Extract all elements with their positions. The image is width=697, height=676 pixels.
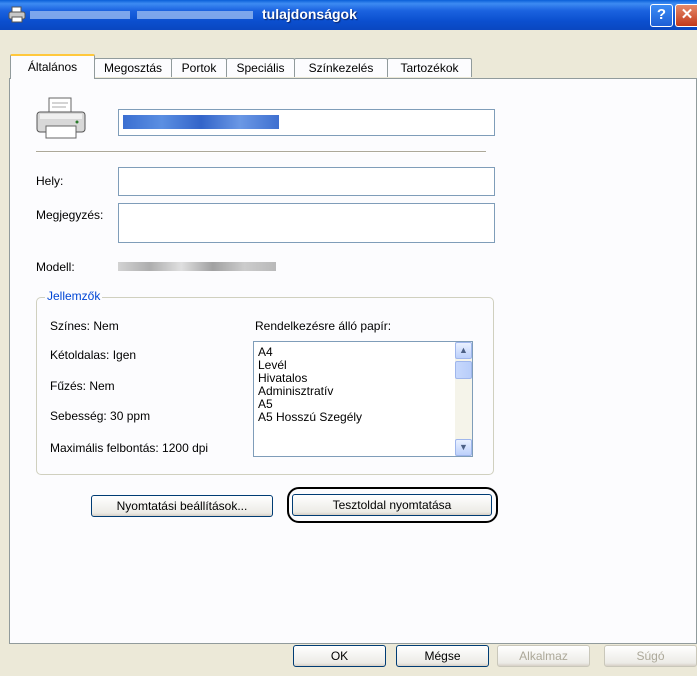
feature-max-resolution: Maximális felbontás: 1200 dpi	[50, 441, 209, 455]
scroll-down-icon[interactable]: ▼	[455, 439, 472, 456]
close-button[interactable]: ✕	[675, 4, 697, 27]
tab-general[interactable]: Általános	[10, 54, 95, 79]
features-group-title: Jellemzők	[45, 289, 103, 303]
comment-field[interactable]	[118, 203, 495, 243]
print-test-page-button[interactable]: Tesztoldal nyomtatása	[292, 494, 492, 516]
printing-preferences-button[interactable]: Nyomtatási beállítások...	[91, 495, 273, 517]
printer-name-redacted	[123, 115, 279, 129]
comment-label: Megjegyzés:	[36, 208, 104, 222]
printer-icon	[8, 6, 26, 23]
model-label: Modell:	[36, 260, 75, 274]
tab-ports[interactable]: Portok	[171, 58, 227, 77]
title-redacted-text	[137, 11, 253, 19]
feature-speed: Sebesség: 30 ppm	[50, 409, 151, 423]
title-redacted-text	[30, 11, 130, 19]
feature-stapling: Fűzés: Nem	[50, 379, 115, 393]
tab-sharing[interactable]: Megosztás	[94, 58, 172, 77]
scroll-thumb[interactable]	[455, 361, 472, 379]
list-item[interactable]: A5 Hosszú Szegély	[258, 411, 362, 424]
paper-list-label: Rendelkezésre álló papír:	[255, 319, 392, 333]
apply-button[interactable]: Alkalmaz	[497, 645, 590, 667]
location-field[interactable]	[118, 167, 495, 196]
feature-duplex: Kétoldalas: Igen	[50, 348, 137, 362]
paper-list-scrollbar[interactable]: ▲ ▼	[455, 342, 472, 456]
tab-advanced[interactable]: Speciális	[226, 58, 295, 77]
separator	[36, 151, 486, 153]
location-label: Hely:	[36, 174, 64, 188]
printer-large-icon	[36, 97, 86, 139]
scroll-up-icon[interactable]: ▲	[455, 342, 472, 359]
printer-name-field[interactable]	[118, 109, 495, 136]
tab-accessories[interactable]: Tartozékok	[387, 58, 472, 77]
tab-color-management[interactable]: Színkezelés	[294, 58, 388, 77]
help-button[interactable]: Súgó	[604, 645, 697, 667]
model-redacted-value	[118, 262, 276, 271]
feature-color: Színes: Nem	[50, 319, 119, 333]
title-bar[interactable]: tulajdonságok ? ✕	[0, 0, 697, 30]
cancel-button[interactable]: Mégse	[396, 645, 489, 667]
help-title-button[interactable]: ?	[650, 4, 673, 27]
paper-listbox[interactable]: A4 Levél Hivatalos Adminisztratív A5 A5 …	[253, 341, 473, 457]
properties-dialog: tulajdonságok ? ✕ Általános Megosztás Po…	[0, 0, 697, 676]
window-title: tulajdonságok	[262, 6, 357, 22]
ok-button[interactable]: OK	[293, 645, 386, 667]
